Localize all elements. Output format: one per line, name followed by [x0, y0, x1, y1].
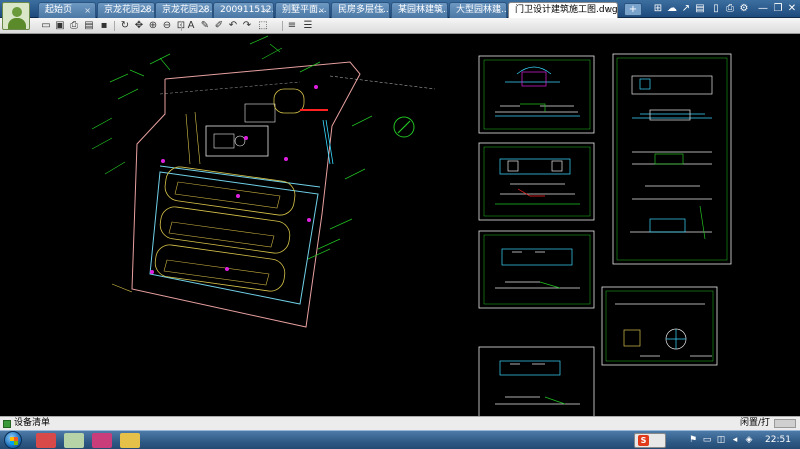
site-plan	[91, 35, 436, 328]
minimize-icon[interactable]: —	[757, 3, 769, 15]
rotate-icon[interactable]: ↻	[119, 20, 131, 32]
windows-logo-icon	[10, 437, 18, 445]
device-list-label[interactable]: 设备清单	[14, 417, 50, 430]
tab-close-icon[interactable]: ×	[84, 3, 91, 18]
tab-label: 起始页	[45, 5, 73, 15]
toolbar-divider	[181, 21, 182, 31]
tab-close-icon[interactable]: ×	[436, 3, 443, 18]
pan-icon[interactable]: ✥	[133, 20, 145, 32]
drawing-canvas[interactable]	[0, 34, 800, 416]
tab-item[interactable]: 京龙花园28... ×	[97, 2, 155, 18]
settings-icon[interactable]: ⚙	[738, 3, 750, 15]
tab-item[interactable]: 京龙花园28... ×	[155, 2, 213, 18]
toolbar-divider	[282, 21, 283, 31]
sogou-icon: S	[638, 435, 649, 446]
tab-item[interactable]: 民房多层住... ×	[331, 2, 390, 18]
open-icon[interactable]: ▭	[40, 20, 52, 32]
layers-icon[interactable]: ≡	[286, 20, 298, 32]
tab-item[interactable]: 起始页 ×	[38, 2, 96, 18]
status-bar: 设备清单 闲置/打	[0, 416, 800, 430]
layer-stack-icon[interactable]: ☰	[302, 20, 314, 32]
tray-monitor-icon[interactable]: ▭	[702, 435, 712, 445]
tab-item[interactable]: 200911512...×	[213, 2, 274, 18]
zoom-out-icon[interactable]: ⊖	[161, 20, 173, 32]
tray-flag-icon[interactable]: ⚑	[688, 435, 698, 445]
tab-label: 门卫设计建筑施工图.dwg	[515, 5, 618, 15]
cloud-icon[interactable]: ☁	[666, 3, 678, 15]
text-icon[interactable]: A	[185, 20, 197, 32]
input-method-tray[interactable]: S	[634, 433, 666, 448]
status-right-text[interactable]: 闲置/打	[740, 417, 770, 430]
taskbar-app-icon[interactable]	[92, 433, 112, 448]
status-scroll-control[interactable]	[774, 419, 796, 428]
taskbar-app-icon[interactable]	[64, 433, 84, 448]
app-window: 起始页×京龙花园28...×京龙花园28...×200911512...×别墅平…	[0, 0, 800, 449]
tab-close-icon[interactable]: ×	[378, 3, 385, 18]
fit-icon[interactable]: ⬚	[257, 20, 269, 32]
title-tab-bar: 起始页×京龙花园28...×京龙花园28...×200911512...×别墅平…	[0, 0, 800, 18]
taskbar-app-icon[interactable]	[36, 433, 56, 448]
tray-network-icon[interactable]: ◫	[716, 435, 726, 445]
taskbar-clock[interactable]: 22:51	[765, 431, 791, 449]
tab-close-icon[interactable]: ×	[143, 3, 150, 18]
print-icon[interactable]: ⎙	[68, 20, 80, 32]
restore-icon[interactable]: ❐	[772, 3, 784, 15]
tray-shield-icon[interactable]: ◈	[744, 435, 754, 445]
sheet-borders-inner	[483, 57, 728, 362]
tab-close-icon[interactable]: ×	[201, 3, 208, 18]
share-icon[interactable]: ↗	[680, 3, 692, 15]
folder-icon[interactable]: ▤	[694, 3, 706, 15]
tab-item[interactable]: 某园林建筑... ×	[391, 2, 448, 18]
zoom-in-icon[interactable]: ⊕	[147, 20, 159, 32]
start-button[interactable]	[4, 431, 22, 449]
taskbar-app-icon[interactable]	[120, 433, 140, 448]
tray-volume-icon[interactable]: ◂	[730, 435, 740, 445]
cad-drawing	[91, 35, 732, 416]
sheet-content	[495, 66, 713, 405]
tab-item[interactable]: 别墅平面... ×	[275, 2, 330, 18]
new-tab-button[interactable]: +	[624, 3, 642, 16]
avatar[interactable]	[2, 2, 30, 30]
tab-close-icon[interactable]: ×	[606, 3, 613, 18]
save-icon[interactable]: ▣	[54, 20, 66, 32]
grid-icon[interactable]: ⊞	[652, 3, 664, 15]
main-toolbar: ▭ ▣ ⎙ ▤ ▪ ↻ ✥ ⊕ ⊖ ⊡ A ✎ ✐ ↶ ↷ ⬚ ≡ ☰	[0, 18, 800, 34]
toolbar-divider	[114, 21, 115, 31]
mobile-icon[interactable]: ▯	[710, 3, 722, 15]
pen-icon[interactable]: ✎	[199, 20, 211, 32]
lock-icon[interactable]: ▪	[98, 20, 110, 32]
tab-item[interactable]: 门卫设计建筑施工图.dwg ×	[508, 2, 618, 18]
tab-close-icon[interactable]: ×	[262, 3, 269, 18]
undo-icon[interactable]: ↶	[227, 20, 239, 32]
print-preview-icon[interactable]: ▤	[83, 20, 95, 32]
close-icon[interactable]: ✕	[786, 3, 798, 15]
windows-taskbar: S ⚑ ▭ ◫ ◂ ◈ 22:51	[0, 430, 800, 449]
tab-close-icon[interactable]: ×	[495, 3, 502, 18]
redo-icon[interactable]: ↷	[241, 20, 253, 32]
device-list-checkbox[interactable]	[3, 420, 11, 428]
brush-icon[interactable]: ✐	[213, 20, 225, 32]
tab-item[interactable]: 大型园林建... ×	[449, 2, 507, 18]
print-icon[interactable]: ⎙	[724, 3, 736, 15]
tab-close-icon[interactable]: ×	[318, 3, 325, 18]
